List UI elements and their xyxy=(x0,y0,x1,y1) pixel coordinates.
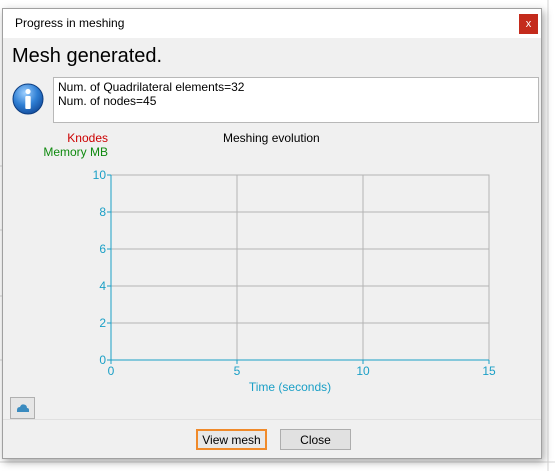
cloud-up-icon xyxy=(16,404,29,412)
x-tick-label: 15 xyxy=(482,364,496,378)
window-title: Progress in meshing xyxy=(15,16,125,30)
x-tick-label: 0 xyxy=(108,364,115,378)
y-tick-label: 2 xyxy=(99,316,106,330)
y-tick-label: 8 xyxy=(99,205,106,219)
elements-count-message: Num. of Quadrilateral elements=32 xyxy=(58,80,245,94)
y-tick-label: 10 xyxy=(93,168,107,182)
view-mesh-button[interactable]: View mesh xyxy=(196,429,267,450)
x-tick-label: 10 xyxy=(356,364,370,378)
status-heading: Mesh generated. xyxy=(12,45,163,67)
footer-separator xyxy=(3,419,541,420)
title-bar: Progress in meshing x xyxy=(3,9,541,38)
x-axis-label: Time (seconds) xyxy=(249,380,331,394)
meshing-evolution-chart: Knodes Memory MB Meshing evolution 0 5 10 1… xyxy=(3,127,543,397)
meshing-progress-dialog: Progress in meshing x Mesh generated. Nu… xyxy=(2,8,542,459)
x-tick-label: 5 xyxy=(234,364,241,378)
plot-frame xyxy=(110,174,490,361)
y-tick-label: 0 xyxy=(99,353,106,367)
message-box: Num. of Quadrilateral elements=32 Num. o… xyxy=(53,77,539,123)
close-button[interactable]: Close xyxy=(280,429,351,450)
y-tick-label: 4 xyxy=(99,279,106,293)
nodes-count-message: Num. of nodes=45 xyxy=(58,94,157,108)
y-tick-label: 6 xyxy=(99,242,106,256)
close-window-button[interactable]: x xyxy=(519,14,538,34)
chart-plot: 0 5 10 15 0 2 4 6 8 10 Time (seconds) xyxy=(93,168,496,394)
info-icon xyxy=(12,83,44,115)
collapse-button[interactable] xyxy=(10,397,35,419)
